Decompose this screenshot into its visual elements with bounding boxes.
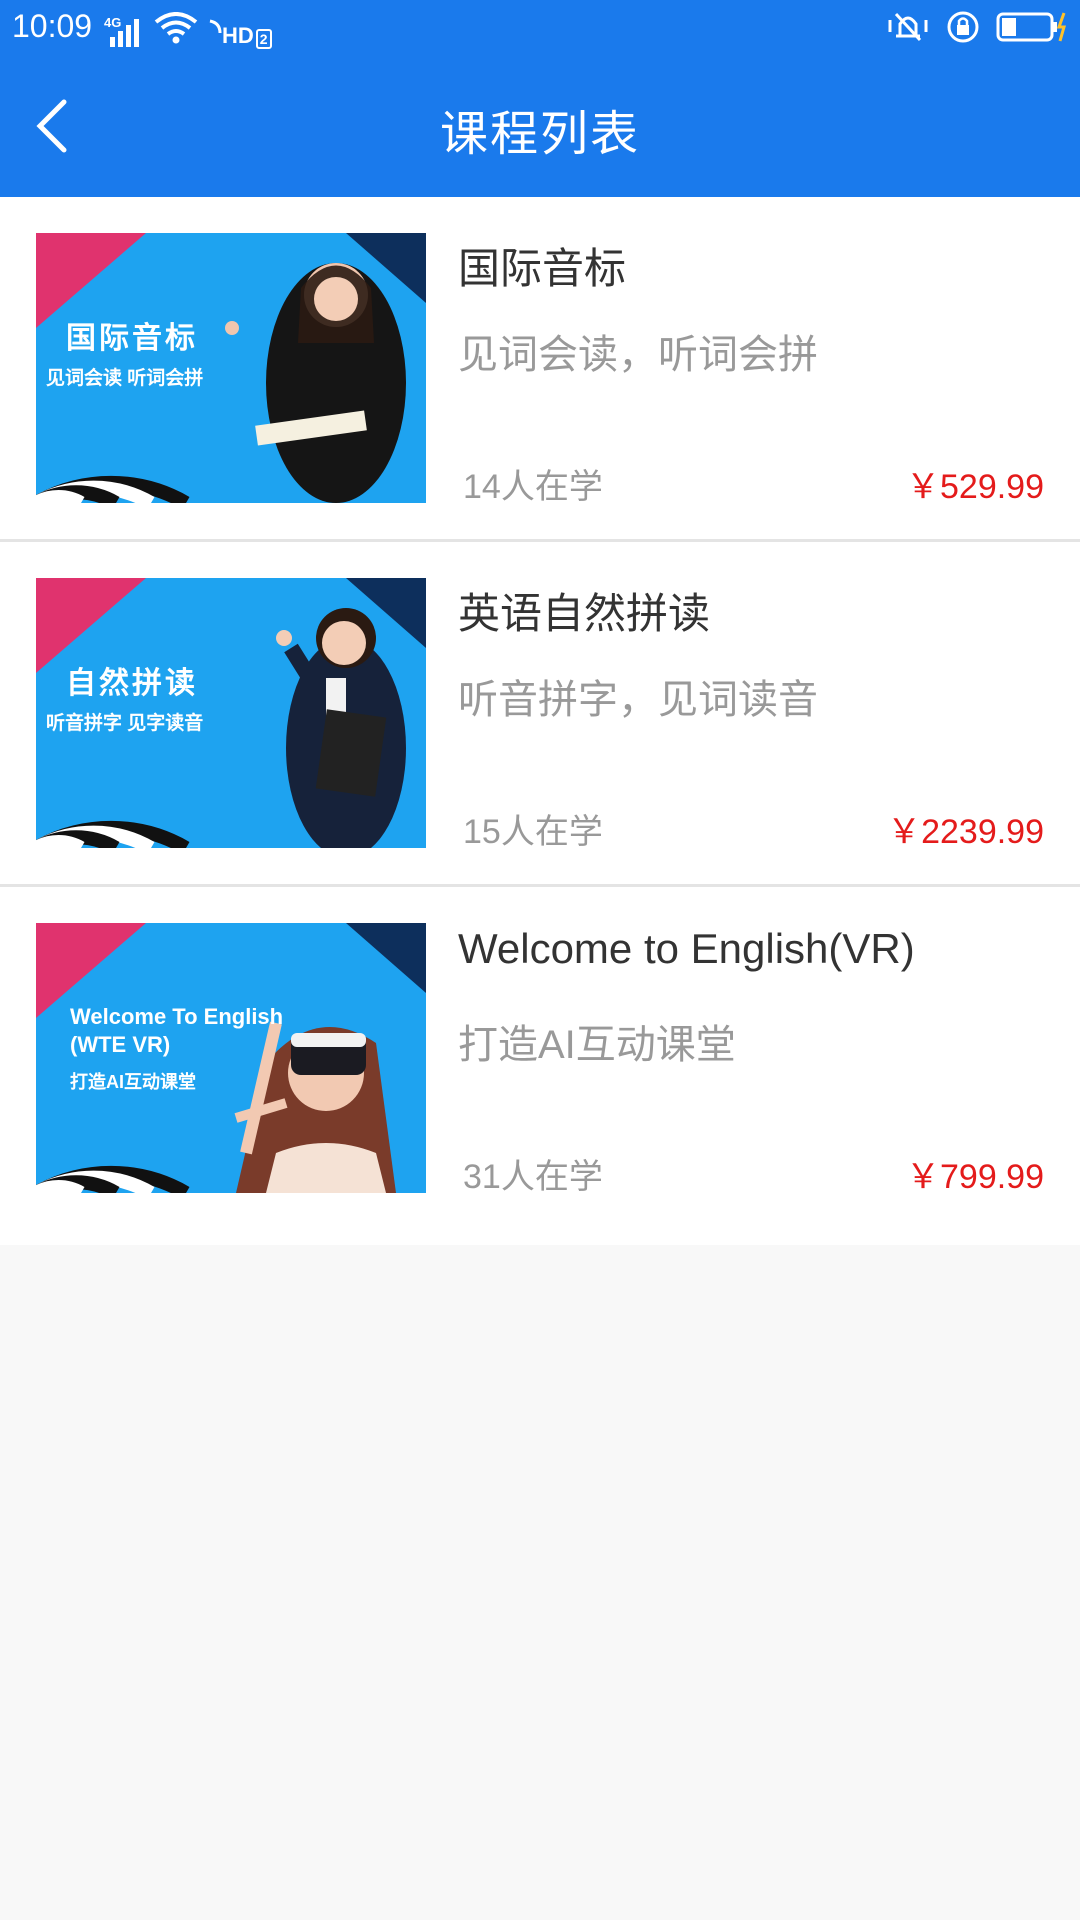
status-right-icons [886,10,1068,49]
status-time: 10:09 [12,8,93,44]
rotation-lock-icon [946,10,980,49]
course-subtitle: 打造AI互动课堂 [458,1023,736,1067]
course-subtitle: 见词会读，听词会拼 [458,333,818,377]
course-learners: 14人在学 [463,468,603,506]
page-title: 课程列表 [439,108,640,161]
status-left-icons: 4G HD 2 [104,12,272,49]
course-title: 国际音标 [458,245,627,292]
course-list: 国际音标 见词会读 听词会拼 国际音标 见词会读，听词会拼 14人在学 ￥529… [0,197,1080,1245]
thumbnail-title: 自然拼读 [66,667,198,700]
status-bar: 10:09 4G HD 2 [0,0,1080,56]
course-learners: 31人在学 [463,1158,603,1196]
thumbnail-title-line2: (WTE VR) [70,1032,171,1057]
thumbnail-subtitle: 听音拼字 见字读音 [46,713,204,734]
wifi-icon [154,12,198,49]
course-price: ￥2239.99 [887,813,1044,851]
course-thumbnail: Welcome To English (WTE VR) 打造AI互动课堂 [36,923,426,1193]
hd-label: HD [222,23,254,48]
network-label: 4G [104,15,122,30]
course-subtitle: 听音拼字，见词读音 [458,678,818,722]
course-thumbnail: 自然拼读 听音拼字 见字读音 [36,578,426,848]
app-header: 10:09 4G HD 2 课程列表 [0,0,1080,197]
course-item-welcome-english-vr[interactable]: Welcome To English (WTE VR) 打造AI互动课堂 Wel… [0,887,1080,1245]
battery-icon [996,11,1068,48]
course-learners: 15人在学 [463,813,603,851]
thumbnail-title: Welcome To English (WTE VR) [70,1003,283,1059]
course-item-phonics[interactable]: 自然拼读 听音拼字 见字读音 英语自然拼读 听音拼字，见词读音 15人在学 ￥2… [0,542,1080,887]
course-title: 英语自然拼读 [458,590,711,637]
signal-icon: 4G [104,15,144,49]
hd-num: 2 [255,29,272,49]
thumbnail-subtitle: 打造AI互动课堂 [70,1072,196,1092]
course-title: Welcome to English(VR) [458,925,915,972]
thumbnail-title-line1: Welcome To English [70,1004,284,1029]
course-price: ￥529.99 [906,468,1044,506]
course-price: ￥799.99 [906,1158,1044,1196]
course-thumbnail: 国际音标 见词会读 听词会拼 [36,233,426,503]
vibrate-icon [886,10,930,49]
course-item-phonetics[interactable]: 国际音标 见词会读 听词会拼 国际音标 见词会读，听词会拼 14人在学 ￥529… [0,197,1080,542]
title-bar: 课程列表 [0,56,1080,197]
thumbnail-title: 国际音标 [66,322,198,355]
hd-call-icon: HD 2 [208,19,272,49]
thumbnail-subtitle: 见词会读 听词会拼 [46,368,204,389]
